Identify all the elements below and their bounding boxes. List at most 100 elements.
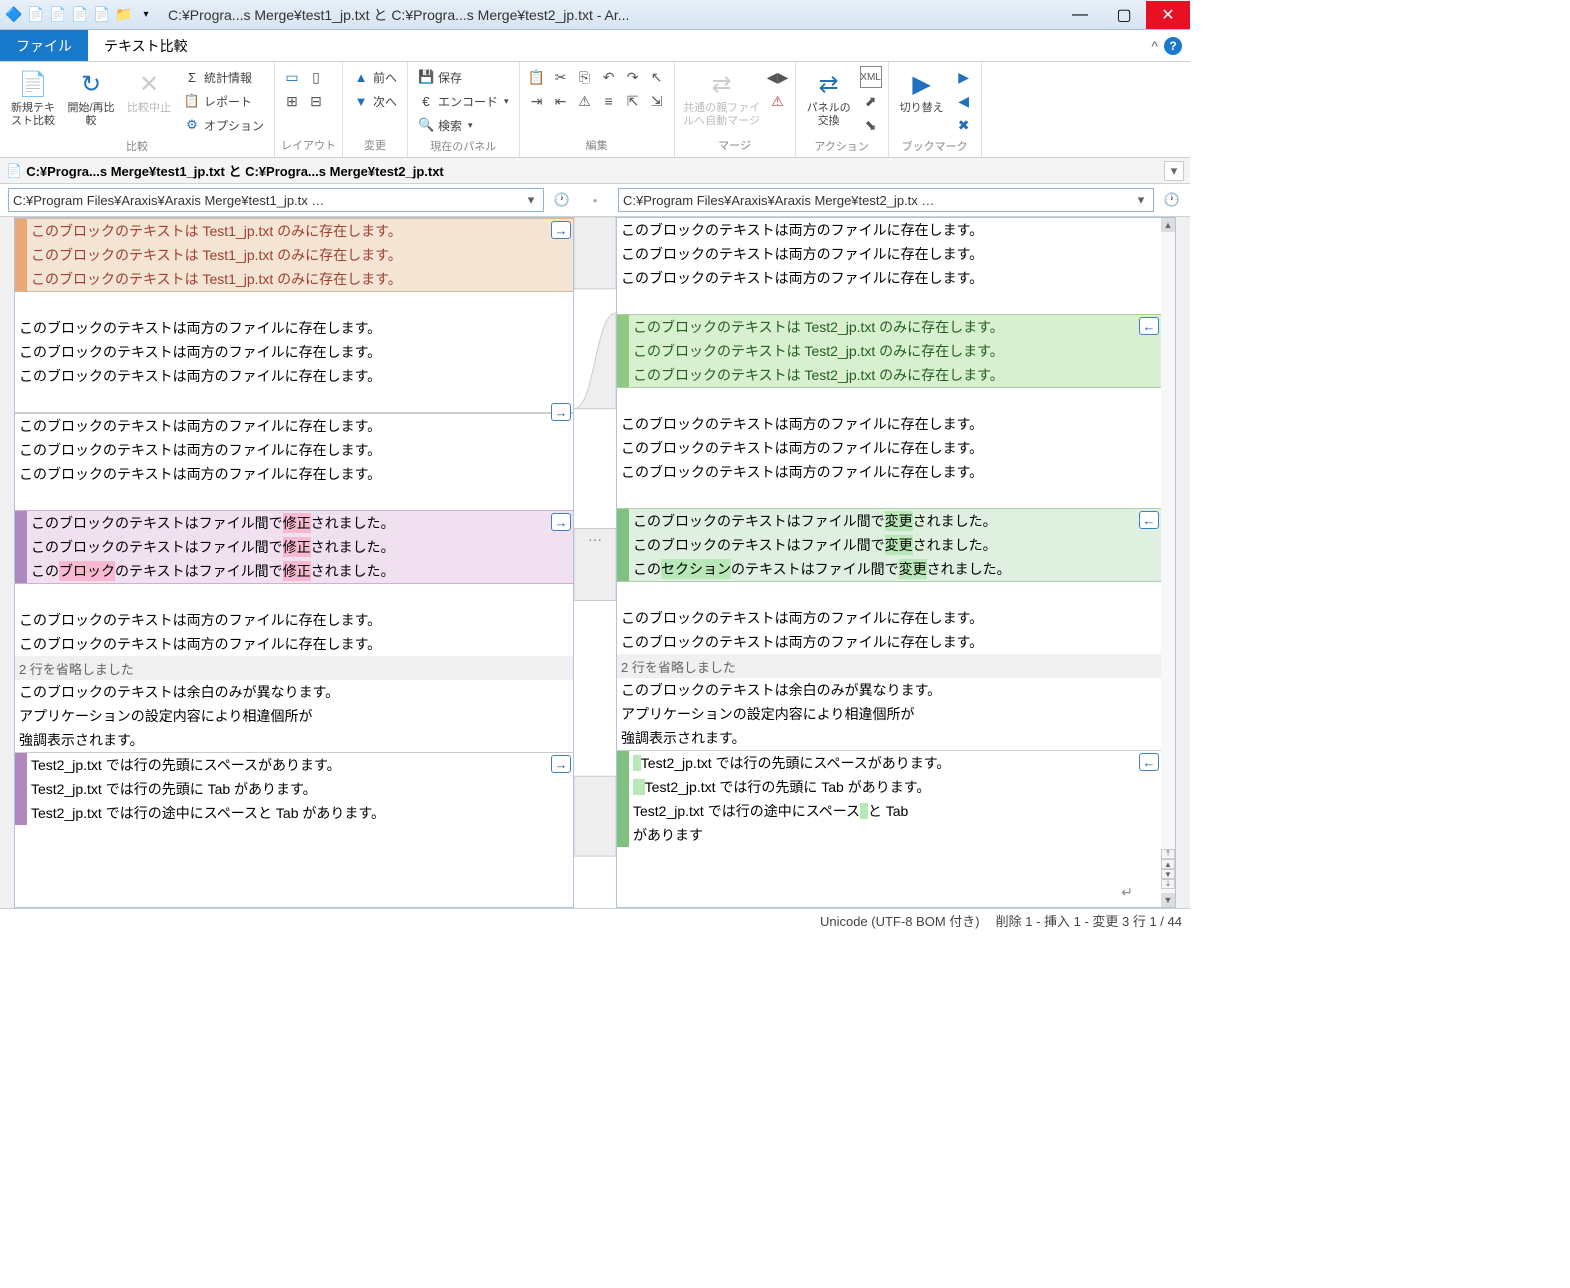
- layout-4-icon[interactable]: ⊟: [305, 90, 327, 112]
- merge-right-button[interactable]: →: [551, 755, 571, 773]
- bm-clear-icon[interactable]: ✖: [953, 114, 975, 136]
- document-tab-bar: 📄 C:¥Progra...s Merge¥test1_jp.txt と C:¥…: [0, 158, 1190, 184]
- merge-right-button[interactable]: →: [551, 403, 571, 421]
- scroll-up-icon[interactable]: ▲: [1161, 218, 1175, 232]
- left-path-dropdown-icon[interactable]: ▾: [523, 192, 539, 208]
- right-inserted-block: ← このブロックのテキストは Test2_jp.txt のみに存在します。 この…: [617, 314, 1161, 388]
- next-change-button[interactable]: ▼次へ: [349, 90, 401, 112]
- nav-bottom-icon[interactable]: ⤓: [1161, 879, 1175, 889]
- prev-change-button[interactable]: ▲前へ: [349, 66, 401, 88]
- scroll-down-icon[interactable]: ▼: [1161, 893, 1175, 907]
- undo-icon[interactable]: ↶: [598, 66, 620, 88]
- nav-up-icon[interactable]: ▲: [1161, 859, 1175, 869]
- blank-line: [15, 388, 573, 412]
- right-lines[interactable]: このブロックのテキストは両方のファイルに存在します。 このブロックのテキストは両…: [617, 218, 1161, 907]
- encoding-button[interactable]: €エンコード▾: [414, 90, 513, 112]
- right-scrollbar[interactable]: ▲ ▼: [1161, 218, 1175, 907]
- diff-line: このブロックのテキストはファイル間で変更されました。: [617, 533, 1161, 557]
- layout-h-icon[interactable]: ▭: [281, 66, 303, 88]
- right-changed-block: ← このブロックのテキストはファイル間で変更されました。 このブロックのテキスト…: [617, 508, 1161, 582]
- common-line: このブロックのテキストは両方のファイルに存在します。: [15, 462, 573, 486]
- search-button[interactable]: 🔍検索▾: [414, 114, 513, 136]
- compare-area: → このブロックのテキストは Test1_jp.txt のみに存在します。 この…: [0, 216, 1190, 908]
- diff-line: このブロックのテキストは Test2_jp.txt のみに存在します。: [617, 363, 1161, 387]
- left-lines[interactable]: → このブロックのテキストは Test1_jp.txt のみに存在します。 この…: [15, 218, 573, 907]
- nav-top-icon[interactable]: ⤒: [1161, 849, 1175, 859]
- help-icon[interactable]: ?: [1164, 37, 1182, 55]
- diff-line: Test2_jp.txt では行の途中にスペースと Tab があります。: [15, 801, 573, 825]
- qa-new3-icon[interactable]: 📄: [70, 5, 90, 25]
- action2-icon[interactable]: ⬈: [860, 90, 882, 112]
- swap-panels-button[interactable]: ⇄ パネルの交換: [802, 64, 856, 128]
- report-button[interactable]: 📋レポート: [180, 90, 268, 112]
- merge-left-button[interactable]: ←: [1139, 753, 1159, 771]
- common-line: このブロックのテキストは両方のファイルに存在します。: [15, 364, 573, 388]
- merge-left-button[interactable]: ←: [1139, 511, 1159, 529]
- paste-icon[interactable]: 📋: [526, 66, 548, 88]
- merge-right-button[interactable]: →: [551, 221, 571, 239]
- pointer-icon[interactable]: ↖: [646, 66, 668, 88]
- indent-icon[interactable]: ⇥: [526, 90, 548, 112]
- right-overview-strip[interactable]: [1176, 217, 1190, 908]
- diff-line: このブロックのテキストは Test1_jp.txt のみに存在します。: [15, 267, 573, 291]
- common-line: このブロックのテキストは両方のファイルに存在します。: [15, 438, 573, 462]
- stats-button[interactable]: Σ統計情報: [180, 66, 268, 88]
- common-line: このブロックのテキストは余白のみが異なります。: [617, 678, 1161, 702]
- list-icon[interactable]: ≡: [598, 90, 620, 112]
- bm-prev-icon[interactable]: ◀: [953, 90, 975, 112]
- left-overview-strip[interactable]: [0, 217, 14, 908]
- warn-icon[interactable]: ⚠: [574, 90, 596, 112]
- close-button[interactable]: ✕: [1146, 1, 1190, 29]
- diff-line: このブロックのテキストは Test2_jp.txt のみに存在します。: [617, 339, 1161, 363]
- common-line: このブロックのテキストは両方のファイルに存在します。: [617, 242, 1161, 266]
- indent2-icon[interactable]: ⇲: [646, 90, 668, 112]
- merge-left-icon[interactable]: ◀▶: [767, 66, 789, 88]
- nav-down-icon[interactable]: ▼: [1161, 869, 1175, 879]
- common-line: このブロックのテキストは両方のファイルに存在します。: [617, 460, 1161, 484]
- right-ws-block: ← Test2_jp.txt では行の先頭にスペースがあります。 Test2_j…: [617, 750, 1161, 848]
- dedent-icon[interactable]: ⇱: [622, 90, 644, 112]
- layout-v-icon[interactable]: ▯: [305, 66, 327, 88]
- restart-compare-button[interactable]: ↻ 開始/再比較: [64, 64, 118, 128]
- status-counts: 削除 1 - 挿入 1 - 変更 3 行 1 / 44: [996, 911, 1182, 930]
- fold-line[interactable]: 2 行を省略しました: [15, 656, 573, 680]
- merge-right-icon[interactable]: ⚠: [767, 90, 789, 112]
- options-button[interactable]: ⚙オプション: [180, 114, 268, 136]
- copy-icon[interactable]: ⎘: [574, 66, 596, 88]
- redo-icon[interactable]: ↷: [622, 66, 644, 88]
- action3-icon[interactable]: ⬊: [860, 114, 882, 136]
- document-tab[interactable]: 📄 C:¥Progra...s Merge¥test1_jp.txt と C:¥…: [6, 161, 444, 180]
- right-path-input[interactable]: C:¥Program Files¥Araxis¥Araxis Merge¥tes…: [618, 188, 1154, 212]
- layout-3-icon[interactable]: ⊞: [281, 90, 303, 112]
- common-line: このブロックのテキストは両方のファイルに存在します。: [15, 340, 573, 364]
- group-edit: 📋 ✂ ⎘ ↶ ↷ ↖ ⇥ ⇤ ⚠ ≡ ⇱ ⇲ 編集: [520, 62, 675, 157]
- qa-new4-icon[interactable]: 📄: [92, 5, 112, 25]
- right-path-dropdown-icon[interactable]: ▾: [1133, 192, 1149, 208]
- collapse-ribbon-icon[interactable]: ^: [1151, 38, 1158, 54]
- qa-new2-icon[interactable]: 📄: [48, 5, 68, 25]
- new-text-compare-button[interactable]: 📄 新規テキスト比較: [6, 64, 60, 128]
- common-line: このブロックのテキストは両方のファイルに存在します。: [15, 316, 573, 340]
- app-icon: 🔷: [4, 5, 24, 25]
- tab-text-compare[interactable]: テキスト比較: [88, 30, 204, 61]
- cut-icon[interactable]: ✂: [550, 66, 572, 88]
- left-path-input[interactable]: C:¥Program Files¥Araxis¥Araxis Merge¥tes…: [8, 188, 544, 212]
- minimize-button[interactable]: —: [1058, 1, 1102, 29]
- xml-icon[interactable]: XML: [860, 66, 882, 88]
- right-history-icon[interactable]: 🕐: [1162, 190, 1182, 210]
- outdent-icon[interactable]: ⇤: [550, 90, 572, 112]
- ribbon: 📄 新規テキスト比較 ↻ 開始/再比較 ✕ 比較中止 Σ統計情報 📋レポート ⚙…: [0, 62, 1190, 158]
- maximize-button[interactable]: ▢: [1102, 1, 1146, 29]
- qa-dropdown-icon[interactable]: ▾: [136, 5, 156, 25]
- bm-next-icon[interactable]: ▶: [953, 66, 975, 88]
- tab-file[interactable]: ファイル: [0, 30, 88, 61]
- bookmark-toggle-button[interactable]: ▶ 切り替え: [895, 64, 949, 115]
- merge-left-button[interactable]: ←: [1139, 317, 1159, 335]
- qa-folder-icon[interactable]: 📁: [114, 5, 134, 25]
- save-button[interactable]: 💾保存: [414, 66, 513, 88]
- merge-right-button[interactable]: →: [551, 513, 571, 531]
- left-history-icon[interactable]: 🕐: [552, 190, 572, 210]
- qa-new-icon[interactable]: 📄: [26, 5, 46, 25]
- doctab-dropdown[interactable]: ▾: [1164, 161, 1184, 181]
- fold-line[interactable]: 2 行を省略しました: [617, 654, 1161, 678]
